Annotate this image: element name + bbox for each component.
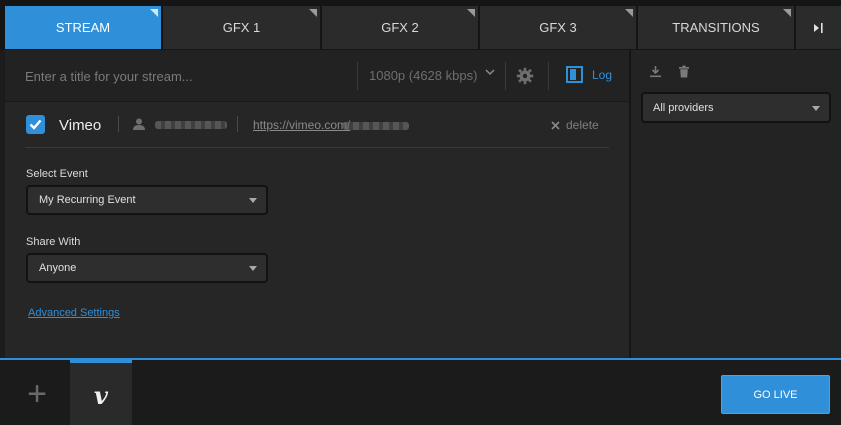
top-tab-bar: STREAM GFX 1 GFX 2 GFX 3 TRANSITIONS (0, 0, 841, 50)
share-with-label: Share With (26, 236, 81, 248)
tab-gfx3-label: GFX 3 (539, 20, 577, 35)
log-panel-icon (566, 66, 583, 83)
log-label: Log (592, 67, 613, 82)
provider-name: Vimeo (59, 117, 102, 134)
tab-stream[interactable]: STREAM (5, 6, 162, 49)
quality-select-label[interactable]: 1080p (4628 kbps) (369, 68, 477, 83)
go-live-label: GO LIVE (753, 388, 798, 401)
chevron-down-icon[interactable] (485, 67, 495, 80)
user-icon (132, 117, 146, 136)
close-icon (551, 120, 560, 130)
tab-transitions-label: TRANSITIONS (672, 20, 760, 35)
tab-gfx3[interactable]: GFX 3 (480, 6, 637, 49)
stream-title-bar: 1080p (4628 kbps) (5, 50, 629, 102)
channel-url-link[interactable]: https://vimeo.com/ (253, 118, 350, 132)
vimeo-destination-tab[interactable]: v (70, 360, 132, 425)
checkmark-icon (29, 119, 42, 130)
tab-corner-icon (783, 9, 791, 17)
share-with-value: Anyone (39, 262, 77, 274)
tab-gfx1[interactable]: GFX 1 (163, 6, 321, 49)
skip-to-end-glyph (813, 22, 823, 33)
select-event-dropdown[interactable]: My Recurring Event (26, 185, 268, 215)
trash-icon[interactable] (678, 65, 690, 83)
tab-corner-icon (309, 9, 317, 17)
redacted-username (155, 121, 227, 129)
share-with-dropdown[interactable]: Anyone (26, 253, 268, 283)
providers-filter-value: All providers (653, 101, 714, 114)
divider (237, 116, 238, 132)
download-icon[interactable] (649, 65, 662, 83)
tab-gfx2[interactable]: GFX 2 (322, 6, 479, 49)
providers-toolbar (649, 65, 690, 83)
providers-panel: All providers (631, 50, 841, 358)
log-button[interactable]: Log (566, 66, 612, 83)
tab-corner-icon (625, 9, 633, 17)
tab-corner-icon (150, 9, 158, 17)
destination-bar: + v GO LIVE (0, 358, 841, 425)
go-live-button[interactable]: GO LIVE (721, 375, 830, 414)
tab-gfx1-label: GFX 1 (222, 20, 261, 35)
delete-provider-button[interactable]: delete (551, 118, 599, 132)
stream-title-input[interactable] (25, 66, 345, 86)
stream-settings-panel: 1080p (4628 kbps) (5, 50, 629, 358)
divider (357, 62, 358, 90)
redacted-url-part (343, 122, 409, 130)
caret-down-icon (812, 106, 820, 111)
skip-to-end-icon[interactable] (796, 6, 841, 49)
vimeo-logo-icon: v (94, 380, 108, 410)
plus-icon: + (27, 375, 47, 413)
tab-stream-label: STREAM (55, 20, 111, 35)
provider-row-vimeo: Vimeo https://vimeo.com/ delete (25, 112, 609, 148)
divider (118, 116, 119, 132)
select-event-label: Select Event (26, 168, 88, 180)
tab-corner-icon (467, 9, 475, 17)
provider-enabled-checkbox[interactable] (26, 115, 45, 134)
caret-down-icon (249, 198, 257, 203)
select-event-value: My Recurring Event (39, 194, 136, 206)
divider (505, 62, 506, 90)
tab-transitions[interactable]: TRANSITIONS (638, 6, 795, 49)
delete-label: delete (566, 118, 599, 132)
tab-gfx2-label: GFX 2 (381, 20, 419, 35)
advanced-settings-link[interactable]: Advanced Settings (28, 307, 120, 319)
divider (548, 62, 549, 90)
caret-down-icon (249, 266, 257, 271)
gear-icon[interactable] (516, 67, 534, 85)
providers-filter-dropdown[interactable]: All providers (641, 92, 831, 123)
add-destination-button[interactable]: + (5, 362, 69, 425)
